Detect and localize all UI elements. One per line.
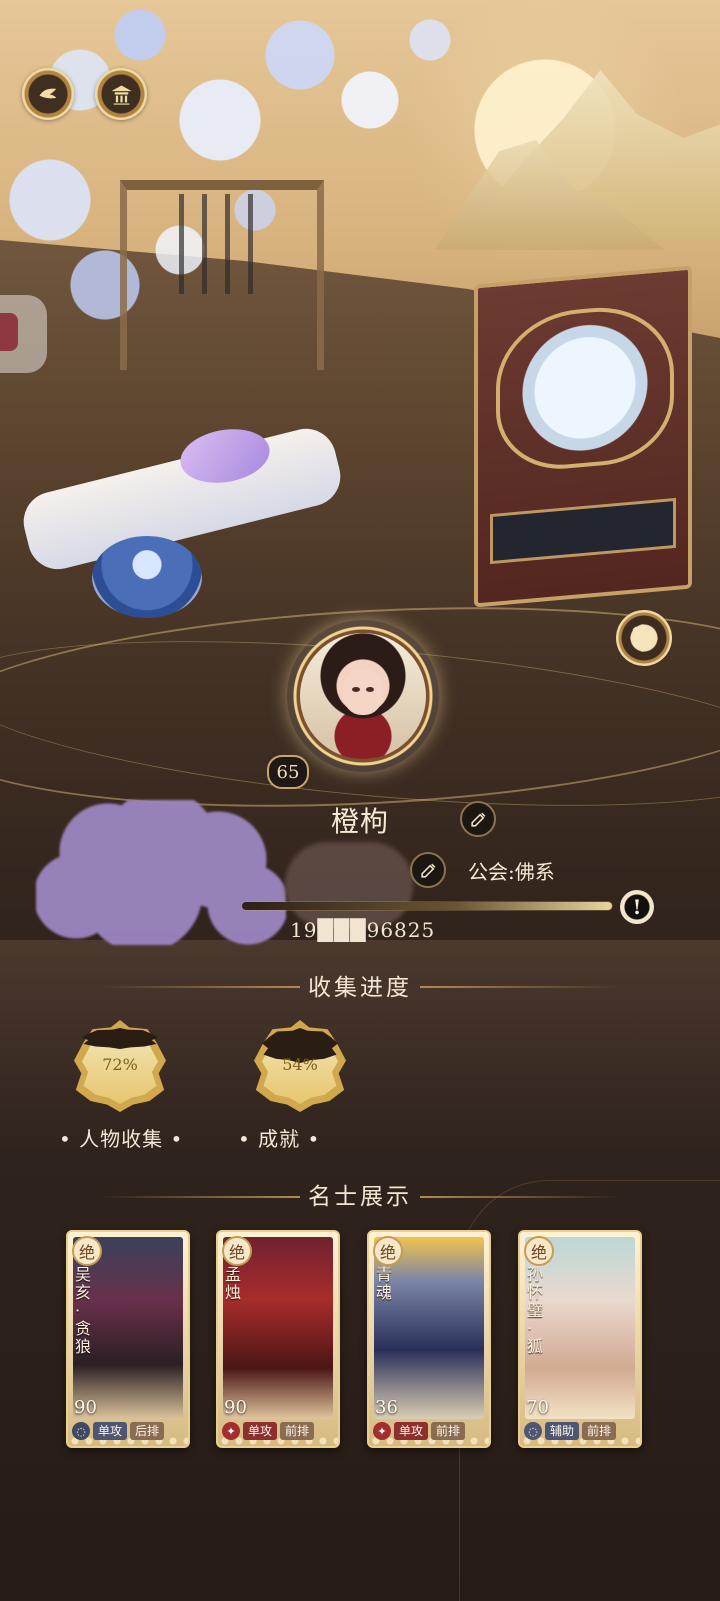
incense-box-illustration [92, 536, 202, 618]
hero-level: 90 [74, 1397, 97, 1418]
diamond-icon: ✦ [373, 1422, 391, 1440]
gear-icon [630, 624, 658, 652]
brush-rack-illustration [120, 180, 324, 370]
top-pavilion-button[interactable] [95, 68, 147, 120]
guild-label: 公会:佛系 [468, 860, 555, 884]
edit-icon [420, 863, 435, 878]
hero-position-tag: 前排 [280, 1422, 315, 1440]
section-divider-right [420, 1196, 620, 1198]
pavilion-icon [110, 85, 132, 105]
jewelry-box-illustration [474, 265, 692, 608]
player-id: 19███96825 [290, 918, 436, 942]
diamond-icon: ✦ [222, 1422, 240, 1440]
rarity-badge: 绝 [373, 1236, 403, 1266]
hero-name: 孟烛 [225, 1265, 242, 1302]
hero-tags: ✦ 单攻 前排 [373, 1420, 485, 1442]
settings-button[interactable] [616, 610, 672, 666]
collection-label-text: 人物收集 [79, 1127, 164, 1151]
top-bird-button[interactable] [22, 68, 74, 120]
hero-tags: ✦ 单攻 前排 [222, 1420, 334, 1442]
rarity-badge: 绝 [72, 1236, 102, 1266]
hero-level: 70 [526, 1397, 549, 1418]
hero-name: 青魂 [376, 1265, 393, 1302]
section-divider-right [420, 986, 620, 988]
shield-icon: ◌ [524, 1422, 542, 1440]
hero-position-tag: 前排 [582, 1422, 617, 1440]
collection-percent: 72% [102, 1055, 138, 1074]
hero-card-1[interactable]: 绝 吴亥 · 贪狼 90 ◌ 单攻 后排 [66, 1230, 190, 1448]
hero-card-4[interactable]: 绝 孙怀璧 · 狐 70 ◌ 辅助 前排 [518, 1230, 642, 1448]
blur-mask [285, 842, 413, 928]
hero-role-tag: 辅助 [545, 1422, 580, 1440]
section-title-collection: 收集进度 [308, 975, 412, 1001]
hero-card-3[interactable]: 绝 青魂 36 ✦ 单攻 前排 [367, 1230, 491, 1448]
hero-position-tag: 后排 [130, 1422, 165, 1440]
rarity-badge: 绝 [222, 1236, 252, 1266]
experience-bar [242, 902, 612, 910]
hero-position-tag: 前排 [431, 1422, 466, 1440]
hero-level: 36 [375, 1397, 398, 1418]
player-name: 橙枸 [330, 805, 389, 838]
achievement-label-text: 成就 [258, 1127, 301, 1151]
hero-tags: ◌ 单攻 后排 [72, 1420, 184, 1442]
hero-card-2[interactable]: 绝 孟烛 90 ✦ 单攻 前排 [216, 1230, 340, 1448]
shield-icon: ◌ [72, 1422, 90, 1440]
avatar-face [343, 669, 383, 715]
edit-icon [470, 812, 485, 827]
edit-signature-button[interactable] [410, 852, 446, 888]
blur-cloud [36, 800, 286, 945]
side-panel-handle[interactable] [0, 295, 47, 373]
collection-label: • 人物收集 • [59, 1127, 184, 1151]
achievement-percent: 54% [282, 1055, 318, 1074]
hero-role-tag: 单攻 [93, 1422, 128, 1440]
achievement-label: • 成就 • [238, 1127, 321, 1151]
info-button[interactable]: ! [620, 890, 654, 924]
bird-icon [39, 88, 56, 98]
collection-medal-characters[interactable]: 72% [74, 1020, 166, 1112]
avatar[interactable] [300, 633, 426, 759]
exclamation-icon: ! [632, 895, 642, 919]
achievement-medal[interactable]: 54% [254, 1020, 346, 1112]
hero-role-tag: 单攻 [243, 1422, 278, 1440]
edit-name-button[interactable] [460, 801, 496, 837]
hero-role-tag: 单攻 [394, 1422, 429, 1440]
section-title-showcase: 名士展示 [308, 1184, 412, 1210]
rarity-badge: 绝 [524, 1236, 554, 1266]
player-level-badge: 65 [267, 755, 309, 789]
hero-name: 孙怀璧 · 狐 [527, 1265, 544, 1356]
hero-level: 90 [224, 1397, 247, 1418]
hero-name: 吴亥 · 贪狼 [75, 1265, 92, 1356]
hero-tags: ◌ 辅助 前排 [524, 1420, 636, 1442]
